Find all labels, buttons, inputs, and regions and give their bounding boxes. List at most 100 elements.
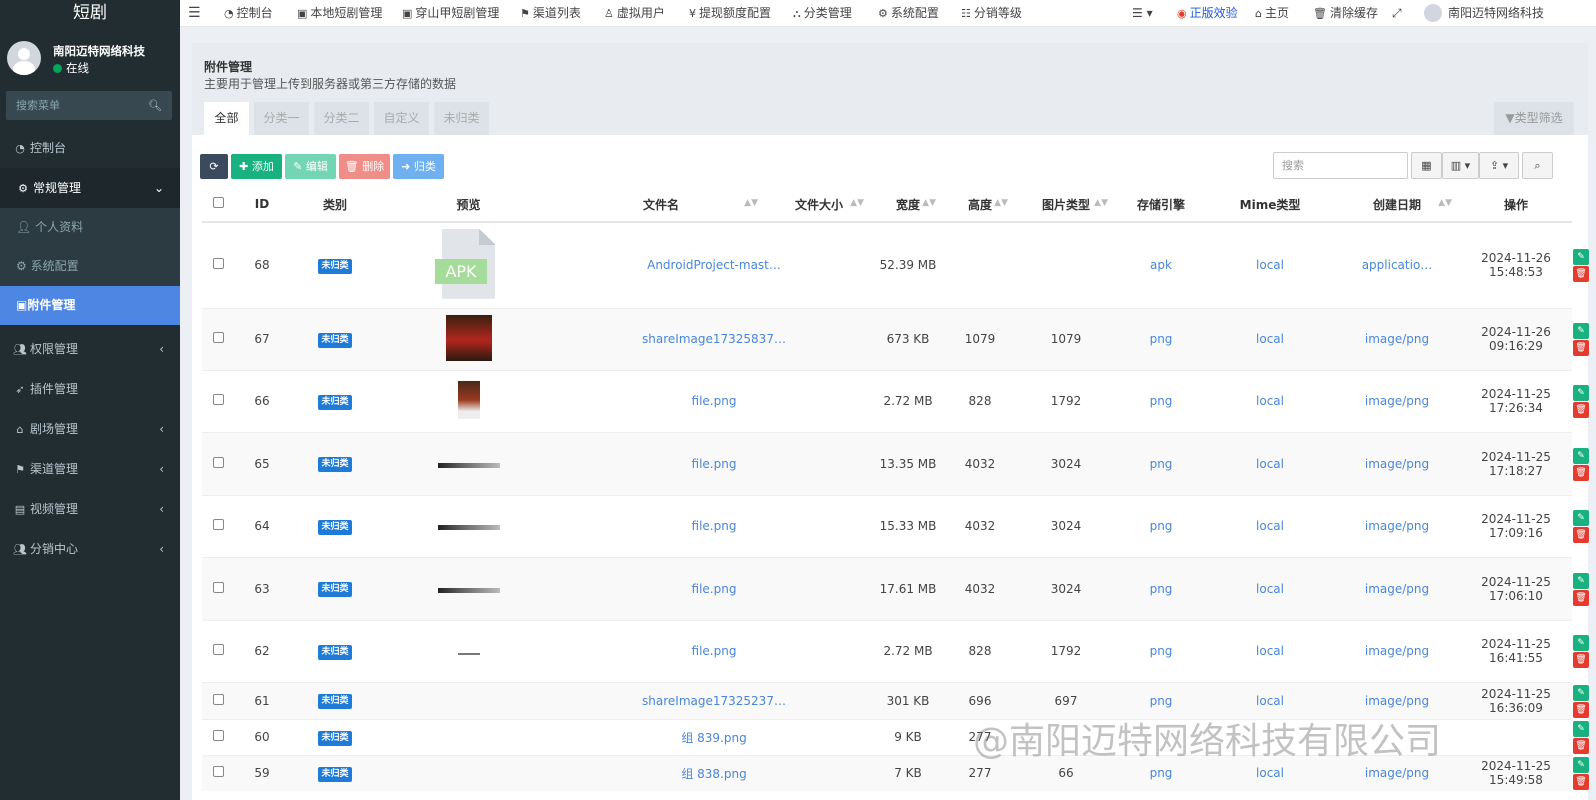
checkbox[interactable] bbox=[213, 581, 224, 593]
cell-filename[interactable]: AndroidProject-mast… bbox=[556, 221, 872, 308]
select-all-checkbox[interactable] bbox=[202, 187, 235, 223]
layout-menu-dropdown[interactable]: ☰ ▾ bbox=[1132, 0, 1153, 27]
checkbox[interactable] bbox=[213, 644, 224, 655]
file-preview[interactable] bbox=[437, 587, 500, 593]
checkbox[interactable] bbox=[213, 766, 224, 778]
checkbox[interactable] bbox=[213, 258, 224, 270]
sort-icon[interactable]: ▲▼ bbox=[744, 198, 758, 208]
fullscreen-icon[interactable]: ⤢ bbox=[1392, 0, 1402, 27]
toggle-view-button[interactable]: ▦ bbox=[1411, 152, 1442, 179]
row-checkbox[interactable] bbox=[202, 369, 235, 432]
advanced-search-button[interactable]: ⌕ bbox=[1522, 152, 1553, 179]
col-height[interactable]: 高度 ▲▼ bbox=[944, 187, 1016, 223]
delete-button[interactable]: 🗑︎ 删除 bbox=[339, 154, 390, 179]
row-edit-button[interactable]: ✎ bbox=[1573, 635, 1589, 651]
row-delete-button[interactable]: 🗑︎ bbox=[1573, 701, 1589, 718]
sidebar-item-channel[interactable]: ⚑ 渠道管理 ‹ bbox=[0, 449, 180, 489]
row-checkbox[interactable] bbox=[202, 431, 235, 495]
checkbox[interactable] bbox=[213, 197, 224, 208]
table-row[interactable]: 65 未归类 file.png 13.35 MB 4032 3024 png local ima… bbox=[202, 431, 1589, 495]
row-edit-button[interactable]: ✎ bbox=[1573, 684, 1589, 701]
cell-storage[interactable]: local bbox=[1206, 369, 1334, 432]
row-checkbox[interactable] bbox=[202, 619, 235, 682]
tab-category-two[interactable]: 分类二 bbox=[314, 102, 369, 135]
sidebar-item-dashboard[interactable]: ◔ 控制台 bbox=[0, 128, 180, 168]
cell-storage[interactable]: local bbox=[1206, 494, 1334, 557]
cell-filename[interactable]: file.png bbox=[556, 369, 872, 432]
row-delete-button[interactable]: 🗑︎ bbox=[1573, 402, 1589, 418]
cell-filename[interactable]: file.png bbox=[556, 494, 872, 557]
tab-all[interactable]: 全部 bbox=[204, 102, 249, 135]
cell-image-type[interactable]: apk bbox=[1116, 221, 1206, 308]
sidebar-item-config[interactable]: ⚙ 系统配置 bbox=[0, 247, 180, 286]
cell-mime[interactable]: image/png bbox=[1334, 369, 1460, 432]
cell-storage[interactable]: local bbox=[1206, 307, 1334, 370]
col-id[interactable]: ID bbox=[235, 187, 289, 223]
sidebar-item-theater[interactable]: ⌂ 剧场管理 ‹ bbox=[0, 409, 180, 449]
topnav-dashboard[interactable]: ◔ 控制台 bbox=[224, 0, 273, 27]
col-category[interactable]: 类别 bbox=[289, 187, 381, 223]
col-image-type[interactable]: 图片类型 ▲▼ bbox=[1016, 187, 1116, 223]
row-edit-button[interactable]: ✎ bbox=[1573, 721, 1589, 737]
file-preview[interactable] bbox=[445, 314, 492, 361]
cell-image-type[interactable]: png bbox=[1116, 494, 1206, 557]
cell-mime[interactable]: image/png bbox=[1334, 556, 1460, 620]
col-width[interactable]: 宽度 ▲▼ bbox=[872, 187, 944, 223]
row-delete-button[interactable]: 🗑︎ bbox=[1573, 738, 1589, 754]
col-filesize[interactable]: 文件大小 ▲▼ bbox=[766, 187, 872, 223]
sort-icon[interactable]: ▲▼ bbox=[1094, 198, 1108, 208]
cell-filename[interactable]: 组 839.png bbox=[556, 718, 872, 755]
sidebar-item-attachment[interactable]: ▣附件管理 bbox=[0, 286, 180, 325]
sort-icon[interactable]: ▲▼ bbox=[850, 198, 864, 208]
row-checkbox[interactable] bbox=[202, 681, 235, 719]
topnav-user-menu[interactable]: 南阳迈特网络科技 bbox=[1424, 0, 1544, 27]
topnav-virtual-user[interactable]: ♙ 虚拟用户 bbox=[604, 0, 665, 27]
topnav-home[interactable]: ⌂ 主页 bbox=[1255, 0, 1289, 27]
row-checkbox[interactable] bbox=[202, 494, 235, 557]
sidebar-item-general[interactable]: ⚙ 常规管理 ⌄ bbox=[0, 168, 180, 208]
table-row[interactable]: 66 未归类 file.png 2.72 MB 828 1792 png local image… bbox=[202, 369, 1589, 432]
add-button[interactable]: ✚ 添加 bbox=[231, 154, 282, 179]
file-preview[interactable] bbox=[437, 462, 500, 468]
row-checkbox[interactable] bbox=[202, 221, 235, 308]
tab-custom[interactable]: 自定义 bbox=[374, 102, 429, 135]
cell-storage[interactable]: local bbox=[1206, 556, 1334, 620]
row-delete-button[interactable]: 🗑︎ bbox=[1573, 266, 1589, 282]
row-checkbox[interactable] bbox=[202, 307, 235, 370]
cell-image-type[interactable]: png bbox=[1116, 431, 1206, 495]
topnav-local-drama[interactable]: ▣ 本地短剧管理 bbox=[297, 0, 382, 27]
cell-mime[interactable]: applicatio… bbox=[1334, 221, 1460, 308]
row-edit-button[interactable]: ✎ bbox=[1573, 323, 1589, 339]
search-icon[interactable]: 🔍︎ bbox=[148, 91, 162, 120]
topnav-system-config[interactable]: ⚙ 系统配置 bbox=[878, 0, 939, 27]
cell-mime[interactable]: image/png bbox=[1334, 619, 1460, 682]
col-created[interactable]: 创建日期 ▲▼ bbox=[1334, 187, 1460, 223]
sort-icon[interactable]: ▲▼ bbox=[1438, 198, 1452, 208]
columns-dropdown[interactable]: ▥ ▾ bbox=[1442, 152, 1479, 179]
cell-mime[interactable]: image/png bbox=[1334, 307, 1460, 370]
cell-filename[interactable]: file.png bbox=[556, 431, 872, 495]
cell-storage[interactable]: local bbox=[1206, 619, 1334, 682]
topnav-category[interactable]: ⛬ 分类管理 bbox=[793, 0, 852, 27]
sidebar-item-distribution[interactable]: 👥︎ 分销中心 ‹ bbox=[0, 529, 180, 569]
row-edit-button[interactable]: ✎ bbox=[1573, 510, 1589, 526]
table-row[interactable]: 64 未归类 file.png 15.33 MB 4032 3024 png local ima… bbox=[202, 494, 1589, 557]
checkbox[interactable] bbox=[213, 394, 224, 405]
app-logo[interactable]: 短剧 bbox=[0, 0, 180, 27]
row-delete-button[interactable]: 🗑︎ bbox=[1573, 340, 1589, 356]
row-edit-button[interactable]: ✎ bbox=[1573, 447, 1589, 464]
row-edit-button[interactable]: ✎ bbox=[1573, 385, 1589, 401]
row-edit-button[interactable]: ✎ bbox=[1573, 757, 1589, 774]
file-preview[interactable]: APK bbox=[435, 228, 495, 299]
classify-button[interactable]: ➜ 归类 bbox=[393, 154, 444, 179]
row-checkbox[interactable] bbox=[202, 556, 235, 620]
cell-image-type[interactable]: png bbox=[1116, 369, 1206, 432]
topnav-license-check[interactable]: ◉ 正版效验 bbox=[1177, 0, 1238, 27]
checkbox[interactable] bbox=[213, 693, 224, 705]
row-delete-button[interactable]: 🗑︎ bbox=[1573, 527, 1589, 543]
tab-category-one[interactable]: 分类一 bbox=[254, 102, 309, 135]
row-delete-button[interactable]: 🗑︎ bbox=[1573, 589, 1589, 606]
sort-icon[interactable]: ▲▼ bbox=[994, 198, 1008, 208]
cell-filename[interactable]: file.png bbox=[556, 556, 872, 620]
sidebar-item-plugins[interactable]: ➶ 插件管理 bbox=[0, 369, 180, 409]
